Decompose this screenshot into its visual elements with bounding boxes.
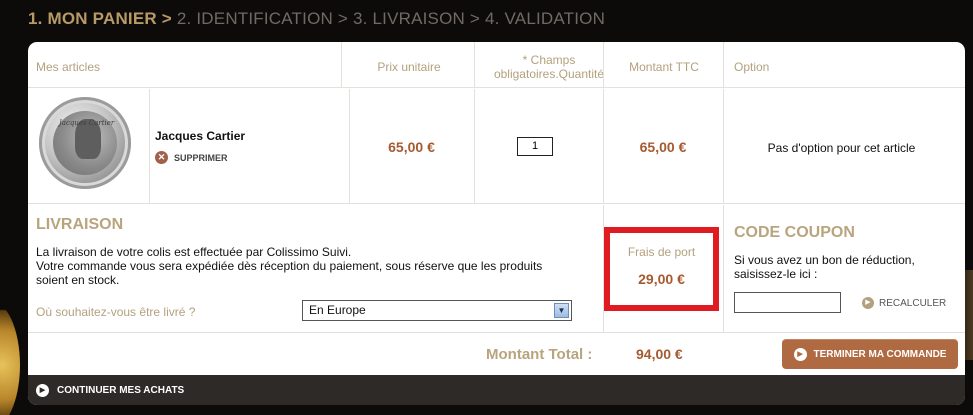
recalculate-button[interactable]: ▶ RECALCULER xyxy=(862,297,946,309)
header-quantite-line1: * Champs xyxy=(522,53,576,67)
header-articles: Mes articles xyxy=(36,60,101,74)
step-separator: > xyxy=(337,9,349,28)
delivery-info-line2: Votre commande vous sera expédiée dès ré… xyxy=(36,259,543,287)
recalculate-label: RECALCULER xyxy=(879,297,947,309)
play-circle-icon: ▶ xyxy=(793,347,807,361)
shipping-cost-box: Frais de port 29,00 € xyxy=(604,227,719,311)
unit-price: 65,00 € xyxy=(388,139,435,155)
finish-order-button[interactable]: ▶ TERMINER MA COMMANDE xyxy=(782,339,958,369)
delivery-info-line1: La livraison de votre colis est effectué… xyxy=(36,245,352,259)
delivery-info: La livraison de votre colis est effectué… xyxy=(36,245,576,287)
product-image-coin[interactable]: Jacques Cartier xyxy=(39,97,131,189)
header-prix-unitaire: Prix unitaire xyxy=(377,60,441,74)
coin-engraving: Jacques Cartier xyxy=(59,119,115,127)
coupon-instructions: Si vous avez un bon de réduction, saisis… xyxy=(734,253,915,281)
decorative-gold-coin xyxy=(0,300,20,415)
shipping-cost-value: 29,00 € xyxy=(638,271,685,287)
quantity-input[interactable]: 1 xyxy=(517,137,553,156)
cart-panel: Mes articles Prix unitaire * Champs obli… xyxy=(28,42,965,405)
column-divider xyxy=(474,42,475,88)
checkout-steps: 1. MON PANIER > 2. IDENTIFICATION > 3. L… xyxy=(28,9,605,29)
order-total-value: 94,00 € xyxy=(636,346,683,362)
column-divider xyxy=(474,89,475,204)
step-mon-panier: 1. MON PANIER xyxy=(28,9,157,28)
coupon-title: CODE COUPON xyxy=(734,224,855,241)
footer-bar: ▶ CONTINUER MES ACHATS xyxy=(28,375,965,405)
column-divider xyxy=(723,205,724,333)
header-option: Option xyxy=(734,60,770,74)
step-validation: 4. VALIDATION xyxy=(485,9,606,28)
delivery-destination-label: Où souhaitez-vous être livré ? xyxy=(36,305,196,319)
continue-shopping-label: CONTINUER MES ACHATS xyxy=(57,385,185,396)
step-livraison: 3. LIVRAISON xyxy=(352,9,465,28)
delivery-title: LIVRAISON xyxy=(36,216,124,233)
delivery-section: LIVRAISON La livraison de votre colis es… xyxy=(28,205,965,333)
remove-item-label: SUPPRIMER xyxy=(174,152,228,163)
cart-table-header: Mes articles Prix unitaire * Champs obli… xyxy=(28,42,965,88)
item-total-price: 65,00 € xyxy=(639,139,687,155)
shipping-cost-label: Frais de port xyxy=(627,245,696,259)
order-total-label: Montant Total : xyxy=(486,346,593,363)
column-divider xyxy=(603,42,604,88)
product-name[interactable]: Jacques Cartier xyxy=(155,129,245,143)
delivery-destination-select[interactable]: En Europe ▼ xyxy=(302,300,572,321)
column-divider xyxy=(149,89,150,204)
delivery-destination-value: En Europe xyxy=(309,303,366,317)
coupon-code-input[interactable] xyxy=(734,292,841,313)
continue-shopping-button[interactable]: ▶ CONTINUER MES ACHATS xyxy=(36,384,184,397)
finish-order-label: TERMINER MA COMMANDE xyxy=(813,348,947,360)
option-text: Pas d'option pour cet article xyxy=(767,141,916,155)
step-separator: > xyxy=(469,9,481,28)
header-montant-ttc: Montant TTC xyxy=(629,60,699,74)
play-circle-icon: ▶ xyxy=(36,384,49,397)
remove-item-button[interactable]: ✕ SUPPRIMER xyxy=(155,151,228,164)
step-identification: 2. IDENTIFICATION xyxy=(176,9,333,28)
chevron-down-icon[interactable]: ▼ xyxy=(554,303,569,318)
play-circle-icon: ▶ xyxy=(862,297,874,309)
header-quantite: * Champs obligatoires.Quantité xyxy=(474,53,624,81)
cart-item-row: Jacques Cartier Jacques Cartier ✕ SUPPRI… xyxy=(28,89,965,204)
close-circle-icon: ✕ xyxy=(155,151,168,164)
step-separator: > xyxy=(161,9,172,28)
header-quantite-line2: obligatoires.Quantité xyxy=(493,67,605,81)
column-divider xyxy=(723,42,724,88)
column-divider xyxy=(341,42,342,88)
